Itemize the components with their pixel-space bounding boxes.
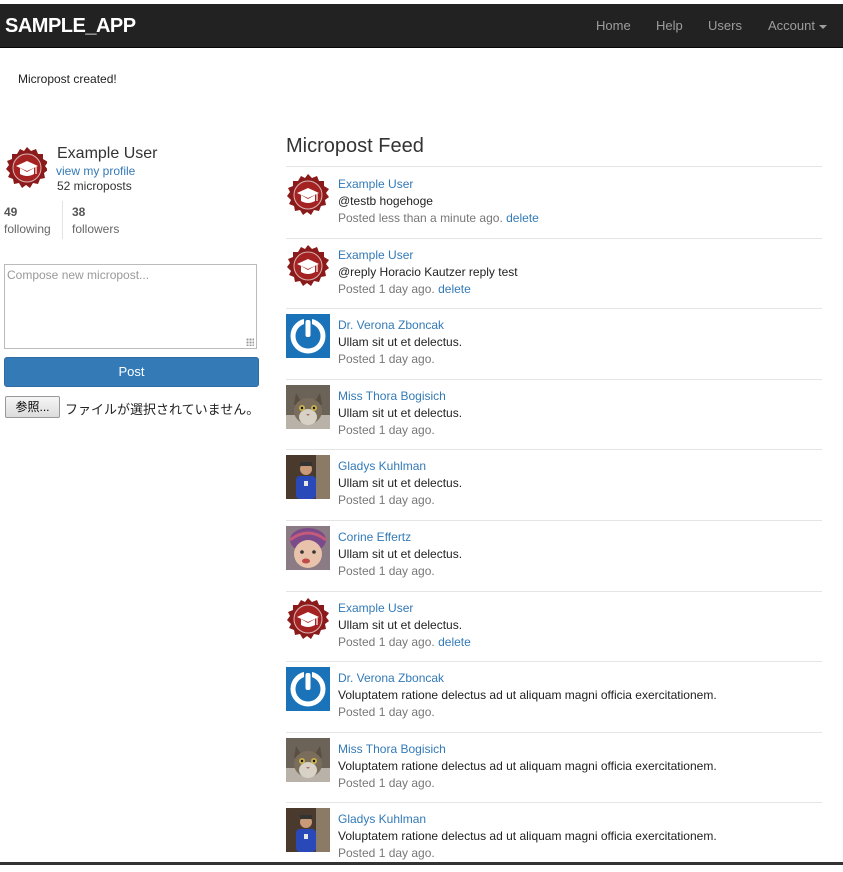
- gravatar-badge-icon: [287, 245, 329, 286]
- profile-name: Example User: [57, 145, 158, 162]
- file-browse-button[interactable]: 参照...: [5, 396, 60, 418]
- compose-box: [4, 264, 257, 349]
- navbar: SAMPLE_APP Home Help Users Account: [0, 4, 843, 48]
- baby-photo: [286, 526, 330, 570]
- feed-user-link[interactable]: Dr. Verona Zboncak: [338, 671, 444, 685]
- feed-timestamp-text: Posted 1 day ago.: [338, 846, 435, 860]
- feed-avatar[interactable]: [286, 597, 330, 641]
- followers-count[interactable]: 38: [72, 205, 85, 219]
- feed-item: Gladys Kuhlman Ullam sit ut et delectus. P…: [286, 449, 822, 519]
- feed-timestamp-text: Posted 1 day ago.: [338, 776, 435, 790]
- feed-timestamp-text: Posted 1 day ago.: [338, 564, 435, 578]
- feed-user-link[interactable]: Example User: [338, 601, 413, 615]
- feed-user-link[interactable]: Gladys Kuhlman: [338, 459, 426, 473]
- feed-avatar[interactable]: [286, 738, 330, 782]
- feed-timestamp: Posted 1 day ago. delete: [338, 282, 471, 296]
- resize-grip-icon[interactable]: [246, 338, 254, 346]
- power-icon: [286, 667, 330, 711]
- feed-title: Micropost Feed: [286, 135, 424, 157]
- feed-timestamp: Posted 1 day ago.: [338, 776, 435, 790]
- user-avatar[interactable]: [5, 146, 47, 188]
- following-label[interactable]: following: [4, 222, 51, 236]
- feed-item: Miss Thora Bogisich Voluptatem ratione de…: [286, 732, 822, 802]
- post-button[interactable]: Post: [4, 357, 259, 387]
- feed-item: Corine Effertz Ullam sit ut et delectus. P…: [286, 520, 822, 590]
- feed-content: @testb hogehoge: [338, 194, 433, 208]
- following-count[interactable]: 49: [4, 205, 17, 219]
- feed-content: Voluptatem ratione delectus ad ut aliqua…: [338, 759, 717, 773]
- feed-timestamp-text: Posted 1 day ago.: [338, 493, 435, 507]
- feed-content: Ullam sit ut et delectus.: [338, 406, 463, 420]
- view-profile-link[interactable]: view my profile: [56, 164, 135, 178]
- feed-avatar[interactable]: [286, 173, 330, 217]
- feed-timestamp-text: Posted 1 day ago.: [338, 352, 435, 366]
- feed-timestamp: Posted 1 day ago.: [338, 846, 435, 860]
- feed-timestamp: Posted 1 day ago.: [338, 423, 435, 437]
- feed-timestamp-text: Posted 1 day ago.: [338, 635, 435, 649]
- delete-link[interactable]: delete: [506, 211, 539, 225]
- feed-avatar[interactable]: [286, 667, 330, 711]
- nav-account[interactable]: Account: [768, 18, 827, 33]
- feed-timestamp-text: Posted less than a minute ago.: [338, 211, 503, 225]
- stats-divider: [62, 201, 63, 239]
- feed-avatar[interactable]: [286, 526, 330, 570]
- feed-content: Ullam sit ut et delectus.: [338, 618, 463, 632]
- feed-avatar[interactable]: [286, 385, 330, 429]
- feed-item: Dr. Verona Zboncak Ullam sit ut et delect…: [286, 308, 822, 378]
- feed-content: Ullam sit ut et delectus.: [338, 476, 463, 490]
- feed-timestamp: Posted 1 day ago.: [338, 564, 435, 578]
- delete-link[interactable]: delete: [438, 635, 471, 649]
- feed-timestamp: Posted 1 day ago. delete: [338, 635, 471, 649]
- brand-logo[interactable]: SAMPLE_APP: [5, 15, 136, 38]
- feed-content: Ullam sit ut et delectus.: [338, 335, 463, 349]
- feed-content: Ullam sit ut et delectus.: [338, 547, 463, 561]
- person-photo: [286, 455, 330, 499]
- feed-timestamp: Posted 1 day ago.: [338, 705, 435, 719]
- feed-user-link[interactable]: Miss Thora Bogisich: [338, 742, 446, 756]
- cat-photo: [286, 738, 330, 782]
- nav-home[interactable]: Home: [596, 18, 631, 33]
- feed-user-link[interactable]: Example User: [338, 248, 413, 262]
- feed-timestamp: Posted 1 day ago.: [338, 352, 435, 366]
- flash-message: Micropost created!: [18, 72, 117, 86]
- feed-avatar[interactable]: [286, 808, 330, 852]
- feed-timestamp: Posted less than a minute ago. delete: [338, 211, 539, 225]
- feed-item: Example User Ullam sit ut et delectus. Pos…: [286, 591, 822, 661]
- feed-content: Voluptatem ratione delectus ad ut aliqua…: [338, 688, 717, 702]
- caret-down-icon: [818, 24, 827, 29]
- feed-timestamp-text: Posted 1 day ago.: [338, 705, 435, 719]
- gravatar-badge-icon: [287, 174, 329, 215]
- feed-item: Example User @reply Horacio Kautzer reply…: [286, 238, 822, 308]
- delete-link[interactable]: delete: [438, 282, 471, 296]
- feed-item: Miss Thora Bogisich Ullam sit ut et delec…: [286, 379, 822, 449]
- feed-item: Dr. Verona Zboncak Voluptatem ratione del…: [286, 661, 822, 731]
- micropost-count: 52 microposts: [57, 179, 132, 193]
- followers-label[interactable]: followers: [72, 222, 119, 236]
- feed-timestamp: Posted 1 day ago.: [338, 493, 435, 507]
- feed-content: @reply Horacio Kautzer reply test: [338, 265, 518, 279]
- feed-user-link[interactable]: Dr. Verona Zboncak: [338, 318, 444, 332]
- feed-content: Voluptatem ratione delectus ad ut aliqua…: [338, 829, 717, 843]
- feed-user-link[interactable]: Gladys Kuhlman: [338, 812, 426, 826]
- feed-item: Example User @testb hogehoge Posted less t…: [286, 167, 822, 237]
- power-icon: [286, 314, 330, 358]
- cat-photo: [286, 385, 330, 429]
- feed-user-link[interactable]: Miss Thora Bogisich: [338, 389, 446, 403]
- feed-avatar[interactable]: [286, 314, 330, 358]
- nav-account-label: Account: [768, 18, 815, 33]
- file-status: ファイルが選択されていません。: [65, 402, 260, 417]
- person-photo: [286, 808, 330, 852]
- feed-avatar[interactable]: [286, 244, 330, 288]
- gravatar-badge-icon: [6, 147, 47, 188]
- compose-textarea[interactable]: [5, 265, 256, 348]
- feed-timestamp-text: Posted 1 day ago.: [338, 423, 435, 437]
- feed-user-link[interactable]: Corine Effertz: [338, 530, 411, 544]
- nav-users[interactable]: Users: [708, 18, 742, 33]
- gravatar-badge-icon: [287, 598, 329, 639]
- feed-avatar[interactable]: [286, 455, 330, 499]
- feed-timestamp-text: Posted 1 day ago.: [338, 282, 435, 296]
- feed-user-link[interactable]: Example User: [338, 177, 413, 191]
- nav-help[interactable]: Help: [656, 18, 683, 33]
